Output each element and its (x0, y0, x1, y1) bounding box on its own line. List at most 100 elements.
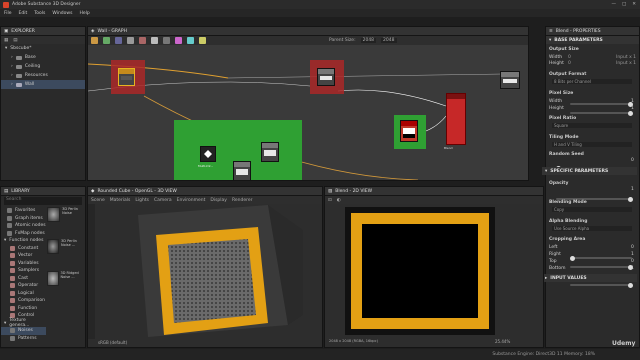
minimize-button[interactable]: — (611, 2, 616, 7)
library-item[interactable]: Operator (1, 282, 46, 290)
menu-camera[interactable]: Camera (154, 198, 172, 203)
frame-tool-icon[interactable] (91, 37, 98, 44)
blend-node-icon[interactable] (139, 37, 146, 44)
expand-icon[interactable]: ▾ (5, 46, 7, 51)
crop-top-value[interactable]: 0 (631, 259, 634, 264)
specific-parameters-header[interactable]: ▾ SPECIFIC PARAMETERS (542, 167, 637, 175)
menu-renderer[interactable]: Renderer (232, 198, 253, 203)
menu-tools[interactable]: Tools (34, 11, 45, 16)
node-blend-green[interactable] (233, 161, 251, 180)
menu-scene[interactable]: Scene (91, 198, 105, 203)
menu-environment[interactable]: Environment (177, 198, 206, 203)
library-item[interactable]: Comparison (1, 297, 46, 305)
gradient-node-icon[interactable] (175, 37, 182, 44)
transform-node-icon[interactable] (199, 37, 206, 44)
node-blend-selected[interactable] (446, 93, 466, 145)
explorer-item-wall[interactable]: › Wall (1, 80, 85, 89)
menu-lights[interactable]: Lights (135, 198, 149, 203)
explorer-item-base[interactable]: › Base (1, 53, 85, 62)
3d-cube-render[interactable] (118, 205, 308, 337)
crop-bottom-value[interactable]: 1 (631, 266, 634, 271)
explorer-item-ceiling[interactable]: › Ceiling (1, 62, 85, 71)
pixel-width-value[interactable]: 1 (631, 99, 634, 104)
node-mid[interactable] (317, 68, 335, 86)
library-item[interactable]: Function (1, 305, 46, 313)
library-thumb[interactable]: 3D Ridged Noise ... (47, 271, 85, 303)
library-item[interactable]: FxMap nodes (1, 230, 46, 238)
new-package-icon[interactable]: ▦ (4, 38, 8, 43)
crop-left-slider[interactable] (570, 255, 632, 261)
library-item[interactable]: Patterns (1, 335, 46, 343)
2d-texture-preview[interactable] (345, 207, 495, 335)
height-value[interactable]: 0 (568, 61, 571, 66)
node-top-right[interactable] (500, 71, 520, 89)
opacity-value[interactable]: 1 (631, 187, 634, 192)
menu-edit[interactable]: Edit (19, 11, 28, 16)
channels-icon[interactable]: ◐ (337, 198, 341, 203)
menu-file[interactable]: File (4, 11, 12, 16)
library-thumb[interactable]: 3D Perlin Noise ... (47, 239, 85, 271)
pin-tool-icon[interactable] (115, 37, 122, 44)
maximize-button[interactable]: □ (622, 2, 626, 7)
alpha-blending-dropdown[interactable]: Use Source Alpha (552, 226, 632, 231)
library-item[interactable]: Cast (1, 275, 46, 283)
pixel-width-slider[interactable] (570, 101, 633, 107)
library-item[interactable]: Favorites (1, 207, 46, 215)
package-row[interactable]: ▾ Sbscube* (1, 44, 85, 53)
slider-knob[interactable] (628, 282, 633, 288)
library-item[interactable]: Logical (1, 290, 46, 298)
pixel-ratio-dropdown[interactable]: Square (552, 123, 632, 128)
slider-knob[interactable] (628, 110, 633, 116)
zoom-fit-icon[interactable]: ⊡ (328, 198, 332, 203)
library-item[interactable]: Vector (1, 252, 46, 260)
close-button[interactable]: ✕ (632, 2, 636, 7)
crop-right-slider[interactable] (570, 264, 633, 270)
parent-size-height[interactable]: 2048 (381, 38, 397, 43)
uniform-node-icon[interactable] (151, 37, 158, 44)
comment-tool-icon[interactable] (103, 37, 110, 44)
menu-help[interactable]: Help (79, 11, 89, 16)
blending-mode-dropdown[interactable]: Copy (552, 207, 632, 212)
save-icon[interactable]: ▤ (13, 38, 17, 43)
menu-materials[interactable]: Materials (110, 198, 131, 203)
2d-zoom[interactable]: 25.44% (495, 339, 510, 344)
explorer-item-label: Base (24, 55, 36, 60)
node-shape[interactable] (400, 120, 418, 142)
random-seed-value[interactable]: 0 (631, 158, 634, 163)
tiling-mode-dropdown[interactable]: H and V Tiling (552, 142, 632, 147)
menu-windows[interactable]: Windows (52, 11, 72, 16)
base-parameters-header[interactable]: ▾ BASE PARAMETERS (546, 36, 639, 44)
graph-canvas[interactable]: Multi-Dir... Blend (88, 46, 528, 180)
pixel-height-value[interactable]: 1 (631, 106, 634, 111)
slider-knob[interactable] (570, 255, 575, 261)
node-output-selected[interactable] (118, 68, 135, 86)
output-format-dropdown[interactable]: 8 Bits per Channel (552, 79, 632, 84)
library-thumb[interactable]: 3D Perlin Noise (47, 207, 85, 239)
crop-right-value[interactable]: 1 (631, 252, 634, 257)
library-item[interactable]: ▾ Function nodes (1, 237, 46, 245)
height-relative-dropdown[interactable]: Input x 1 (616, 61, 636, 66)
parent-size-width[interactable]: 2048 (360, 38, 377, 43)
library-search-input[interactable]: Search (4, 197, 82, 205)
normal-node-icon[interactable] (187, 37, 194, 44)
node-mask[interactable] (200, 146, 216, 162)
slider-knob[interactable] (628, 196, 633, 202)
menu-display[interactable]: Display (210, 198, 227, 203)
levels-node-icon[interactable] (163, 37, 170, 44)
library-item[interactable]: ▾ Texture genera... (1, 318, 46, 328)
width-value[interactable]: 0 (568, 55, 571, 60)
pixel-height-slider[interactable] (570, 110, 633, 116)
input-values-header[interactable]: ▸ INPUT VALUES (542, 274, 637, 282)
3d-color-space[interactable]: sRGB (default) (98, 340, 127, 345)
library-item[interactable]: Samplers (1, 267, 46, 275)
crop-left-value[interactable]: 0 (631, 245, 634, 250)
node-levels[interactable] (261, 142, 279, 162)
explorer-item-resources[interactable]: › Resources (1, 71, 85, 80)
library-item[interactable]: Constant (1, 245, 46, 253)
library-item[interactable]: Atomic nodes (1, 222, 46, 230)
width-relative-dropdown[interactable]: Input x 1 (616, 55, 636, 60)
library-item[interactable]: Variables (1, 260, 46, 268)
library-item[interactable]: Graph items (1, 215, 46, 223)
crop-bottom-slider[interactable] (570, 282, 633, 288)
node-tool-icon[interactable] (127, 37, 134, 44)
